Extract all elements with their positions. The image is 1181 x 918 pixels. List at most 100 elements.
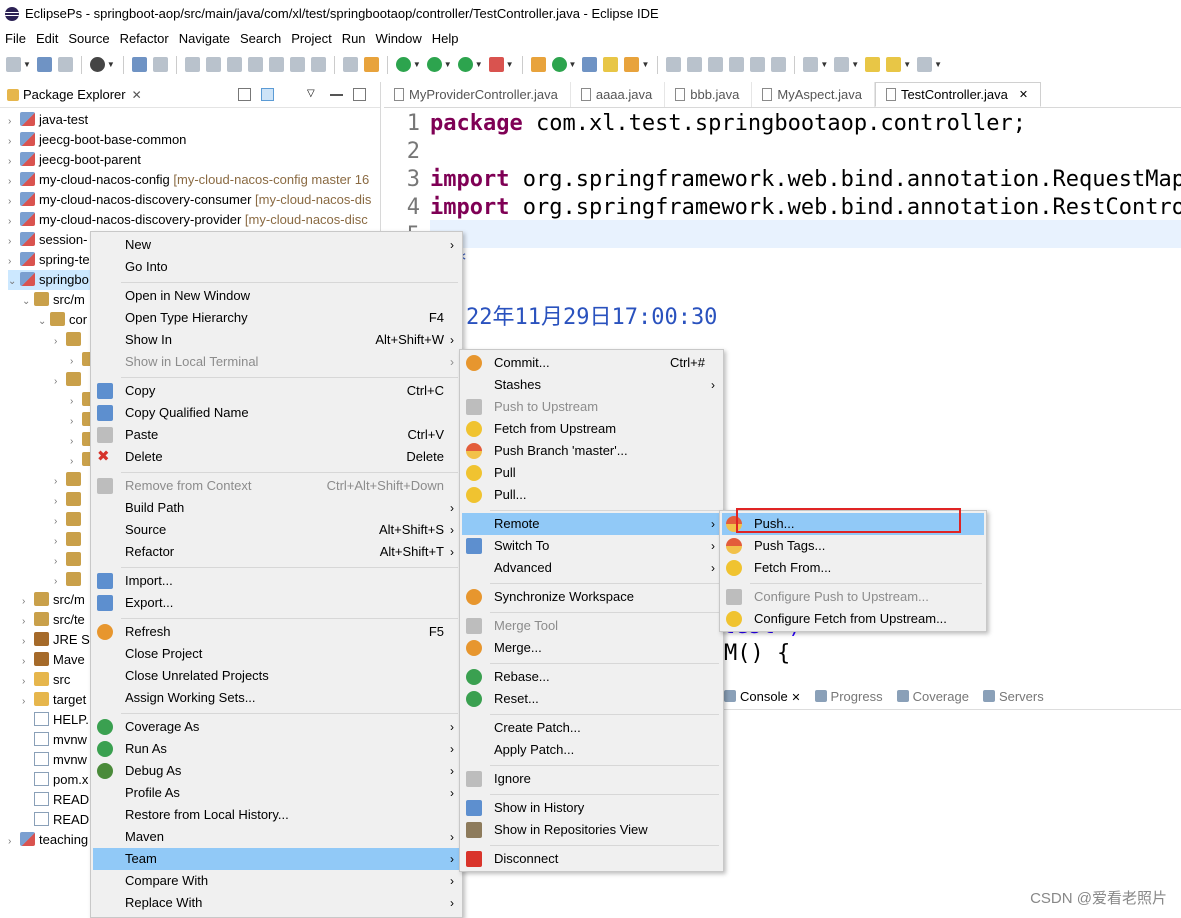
tree-item[interactable]: mvnw — [22, 750, 87, 770]
menu-item-advanced[interactable]: Advanced › — [462, 557, 721, 579]
search-icon[interactable] — [624, 57, 640, 72]
tree-item[interactable]: › spring-te — [8, 250, 90, 270]
menu-item-build-path[interactable]: Build Path › — [93, 497, 460, 519]
filter-icon[interactable] — [284, 88, 297, 101]
menu-item-new[interactable]: New › — [93, 234, 460, 256]
resume-icon[interactable] — [184, 57, 200, 72]
menu-item-show-in-repositories-view[interactable]: Show in Repositories View — [462, 819, 721, 841]
menu-run[interactable]: Run — [337, 31, 371, 46]
menu-refactor[interactable]: Refactor — [115, 31, 174, 46]
menu-item-create-patch[interactable]: Create Patch... — [462, 717, 721, 739]
tree-item[interactable]: mvnw — [22, 730, 87, 750]
expand-arrow-icon[interactable]: › — [22, 612, 34, 632]
menu-item-paste[interactable]: Paste Ctrl+V — [93, 424, 460, 446]
tree-item[interactable]: › src/m — [22, 590, 85, 610]
tree-item[interactable]: HELP. — [22, 710, 89, 730]
menu-item-configure-fetch-from-upstream[interactable]: Configure Fetch from Upstream... — [722, 608, 984, 630]
tree-item[interactable]: › — [54, 330, 85, 350]
external-tools-icon[interactable] — [488, 57, 504, 72]
menu-item-pull[interactable]: Pull — [462, 462, 721, 484]
previous-annotation-icon[interactable] — [834, 57, 850, 72]
menu-item-go-into[interactable]: Go Into — [93, 256, 460, 278]
view-tab-servers[interactable]: Servers — [982, 689, 1044, 704]
menu-item-restore-from-local-history[interactable]: Restore from Local History... — [93, 804, 460, 826]
expand-arrow-icon[interactable]: › — [8, 172, 20, 192]
tree-item[interactable]: › — [54, 490, 85, 510]
collapse-all-icon[interactable] — [238, 88, 251, 101]
expand-arrow-icon[interactable]: ⌄ — [8, 272, 20, 292]
expand-arrow-icon[interactable]: › — [70, 432, 82, 452]
menu-item-export[interactable]: Export... — [93, 592, 460, 614]
tree-item[interactable]: › target — [22, 690, 86, 710]
use-step-filters-icon[interactable] — [342, 57, 358, 72]
expand-arrow-icon[interactable]: › — [8, 212, 20, 232]
menu-item-copy-qualified-name[interactable]: Copy Qualified Name — [93, 402, 460, 424]
menu-item-open-type-hierarchy[interactable]: Open Type Hierarchy F4 — [93, 307, 460, 329]
run-icon[interactable] — [426, 57, 442, 72]
step-over-icon[interactable] — [289, 57, 305, 72]
chevron-down-icon[interactable]: ▼ — [934, 60, 942, 69]
menu-item-remote[interactable]: Remote › — [462, 513, 721, 535]
view-tab-console[interactable]: Console ✕ — [724, 689, 801, 704]
tree-item[interactable]: READ — [22, 790, 89, 810]
menu-search[interactable]: Search — [235, 31, 286, 46]
editor-tab[interactable]: MyProviderController.java — [384, 82, 571, 107]
disconnect-icon[interactable] — [247, 57, 263, 72]
highlight-icon[interactable] — [687, 57, 703, 72]
expand-arrow-icon[interactable]: › — [54, 512, 66, 532]
new-icon[interactable] — [6, 57, 21, 72]
menu-item-apply-patch[interactable]: Apply Patch... — [462, 739, 721, 761]
expand-arrow-icon[interactable]: › — [8, 252, 20, 272]
open-folder-icon[interactable] — [603, 57, 619, 72]
menu-item-commit[interactable]: Commit... Ctrl+# — [462, 352, 721, 374]
expand-arrow-icon[interactable]: › — [8, 232, 20, 252]
expand-arrow-icon[interactable]: › — [70, 392, 82, 412]
next-annotation-icon[interactable] — [803, 57, 819, 72]
expand-arrow-icon[interactable]: › — [8, 112, 20, 132]
menu-item-team[interactable]: Team › — [93, 848, 460, 870]
tree-item[interactable]: › — [54, 470, 85, 490]
menu-item-copy[interactable]: Copy Ctrl+C — [93, 380, 460, 402]
tree-item[interactable]: › teaching — [8, 830, 88, 850]
word-wrap-icon[interactable] — [750, 57, 766, 72]
chevron-down-icon[interactable]: ▼ — [23, 60, 31, 69]
chevron-down-icon[interactable]: ▼ — [506, 60, 514, 69]
tree-item[interactable]: READ — [22, 810, 89, 830]
menu-item-push-branch-master[interactable]: Push Branch 'master'... — [462, 440, 721, 462]
menu-item-close-project[interactable]: Close Project — [93, 643, 460, 665]
menu-item-coverage-as[interactable]: Coverage As › — [93, 716, 460, 738]
expand-arrow-icon[interactable]: › — [70, 452, 82, 472]
tree-item[interactable]: › session- — [8, 230, 87, 250]
expand-arrow-icon[interactable]: › — [70, 352, 82, 372]
expand-arrow-icon[interactable]: ⌄ — [22, 292, 34, 312]
editor-tab[interactable]: TestController.java ✕ — [874, 82, 1042, 107]
package-explorer-title[interactable]: Package Explorer — [23, 87, 126, 102]
expand-arrow-icon[interactable]: › — [8, 192, 20, 212]
debug-icon[interactable] — [395, 57, 411, 72]
tree-item[interactable]: › — [54, 550, 85, 570]
skip-breakpoints-icon[interactable] — [152, 57, 168, 72]
menu-item-merge[interactable]: Merge... — [462, 637, 721, 659]
close-icon[interactable]: ✕ — [1019, 88, 1028, 101]
menu-item-refresh[interactable]: Refresh F5 — [93, 621, 460, 643]
tree-item[interactable]: pom.x — [22, 770, 88, 790]
expand-arrow-icon[interactable]: › — [54, 472, 66, 492]
menu-item-delete[interactable]: Delete Delete — [93, 446, 460, 468]
tree-item[interactable]: › jeecg-boot-base-common — [8, 130, 186, 150]
expand-arrow-icon[interactable]: › — [54, 492, 66, 512]
menu-item-replace-with[interactable]: Replace With › — [93, 892, 460, 914]
pilcrow-icon[interactable] — [771, 57, 787, 72]
new-java-class-icon[interactable] — [551, 57, 567, 72]
tree-item[interactable]: ⌄ cor — [38, 310, 87, 330]
tree-item[interactable]: › my-cloud-nacos-discovery-consumer [my-c… — [8, 190, 371, 210]
chevron-down-icon[interactable]: ▼ — [413, 60, 421, 69]
menu-item-fetch-from-upstream[interactable]: Fetch from Upstream — [462, 418, 721, 440]
tree-item[interactable]: › — [54, 530, 85, 550]
chevron-down-icon[interactable]: ▼ — [444, 60, 452, 69]
expand-arrow-icon[interactable]: › — [70, 412, 82, 432]
tree-item[interactable]: › — [54, 510, 85, 530]
menu-item-disconnect[interactable]: Disconnect — [462, 848, 721, 870]
terminate-icon[interactable] — [226, 57, 242, 72]
menu-help[interactable]: Help — [427, 31, 464, 46]
tree-item[interactable]: › — [54, 570, 85, 590]
